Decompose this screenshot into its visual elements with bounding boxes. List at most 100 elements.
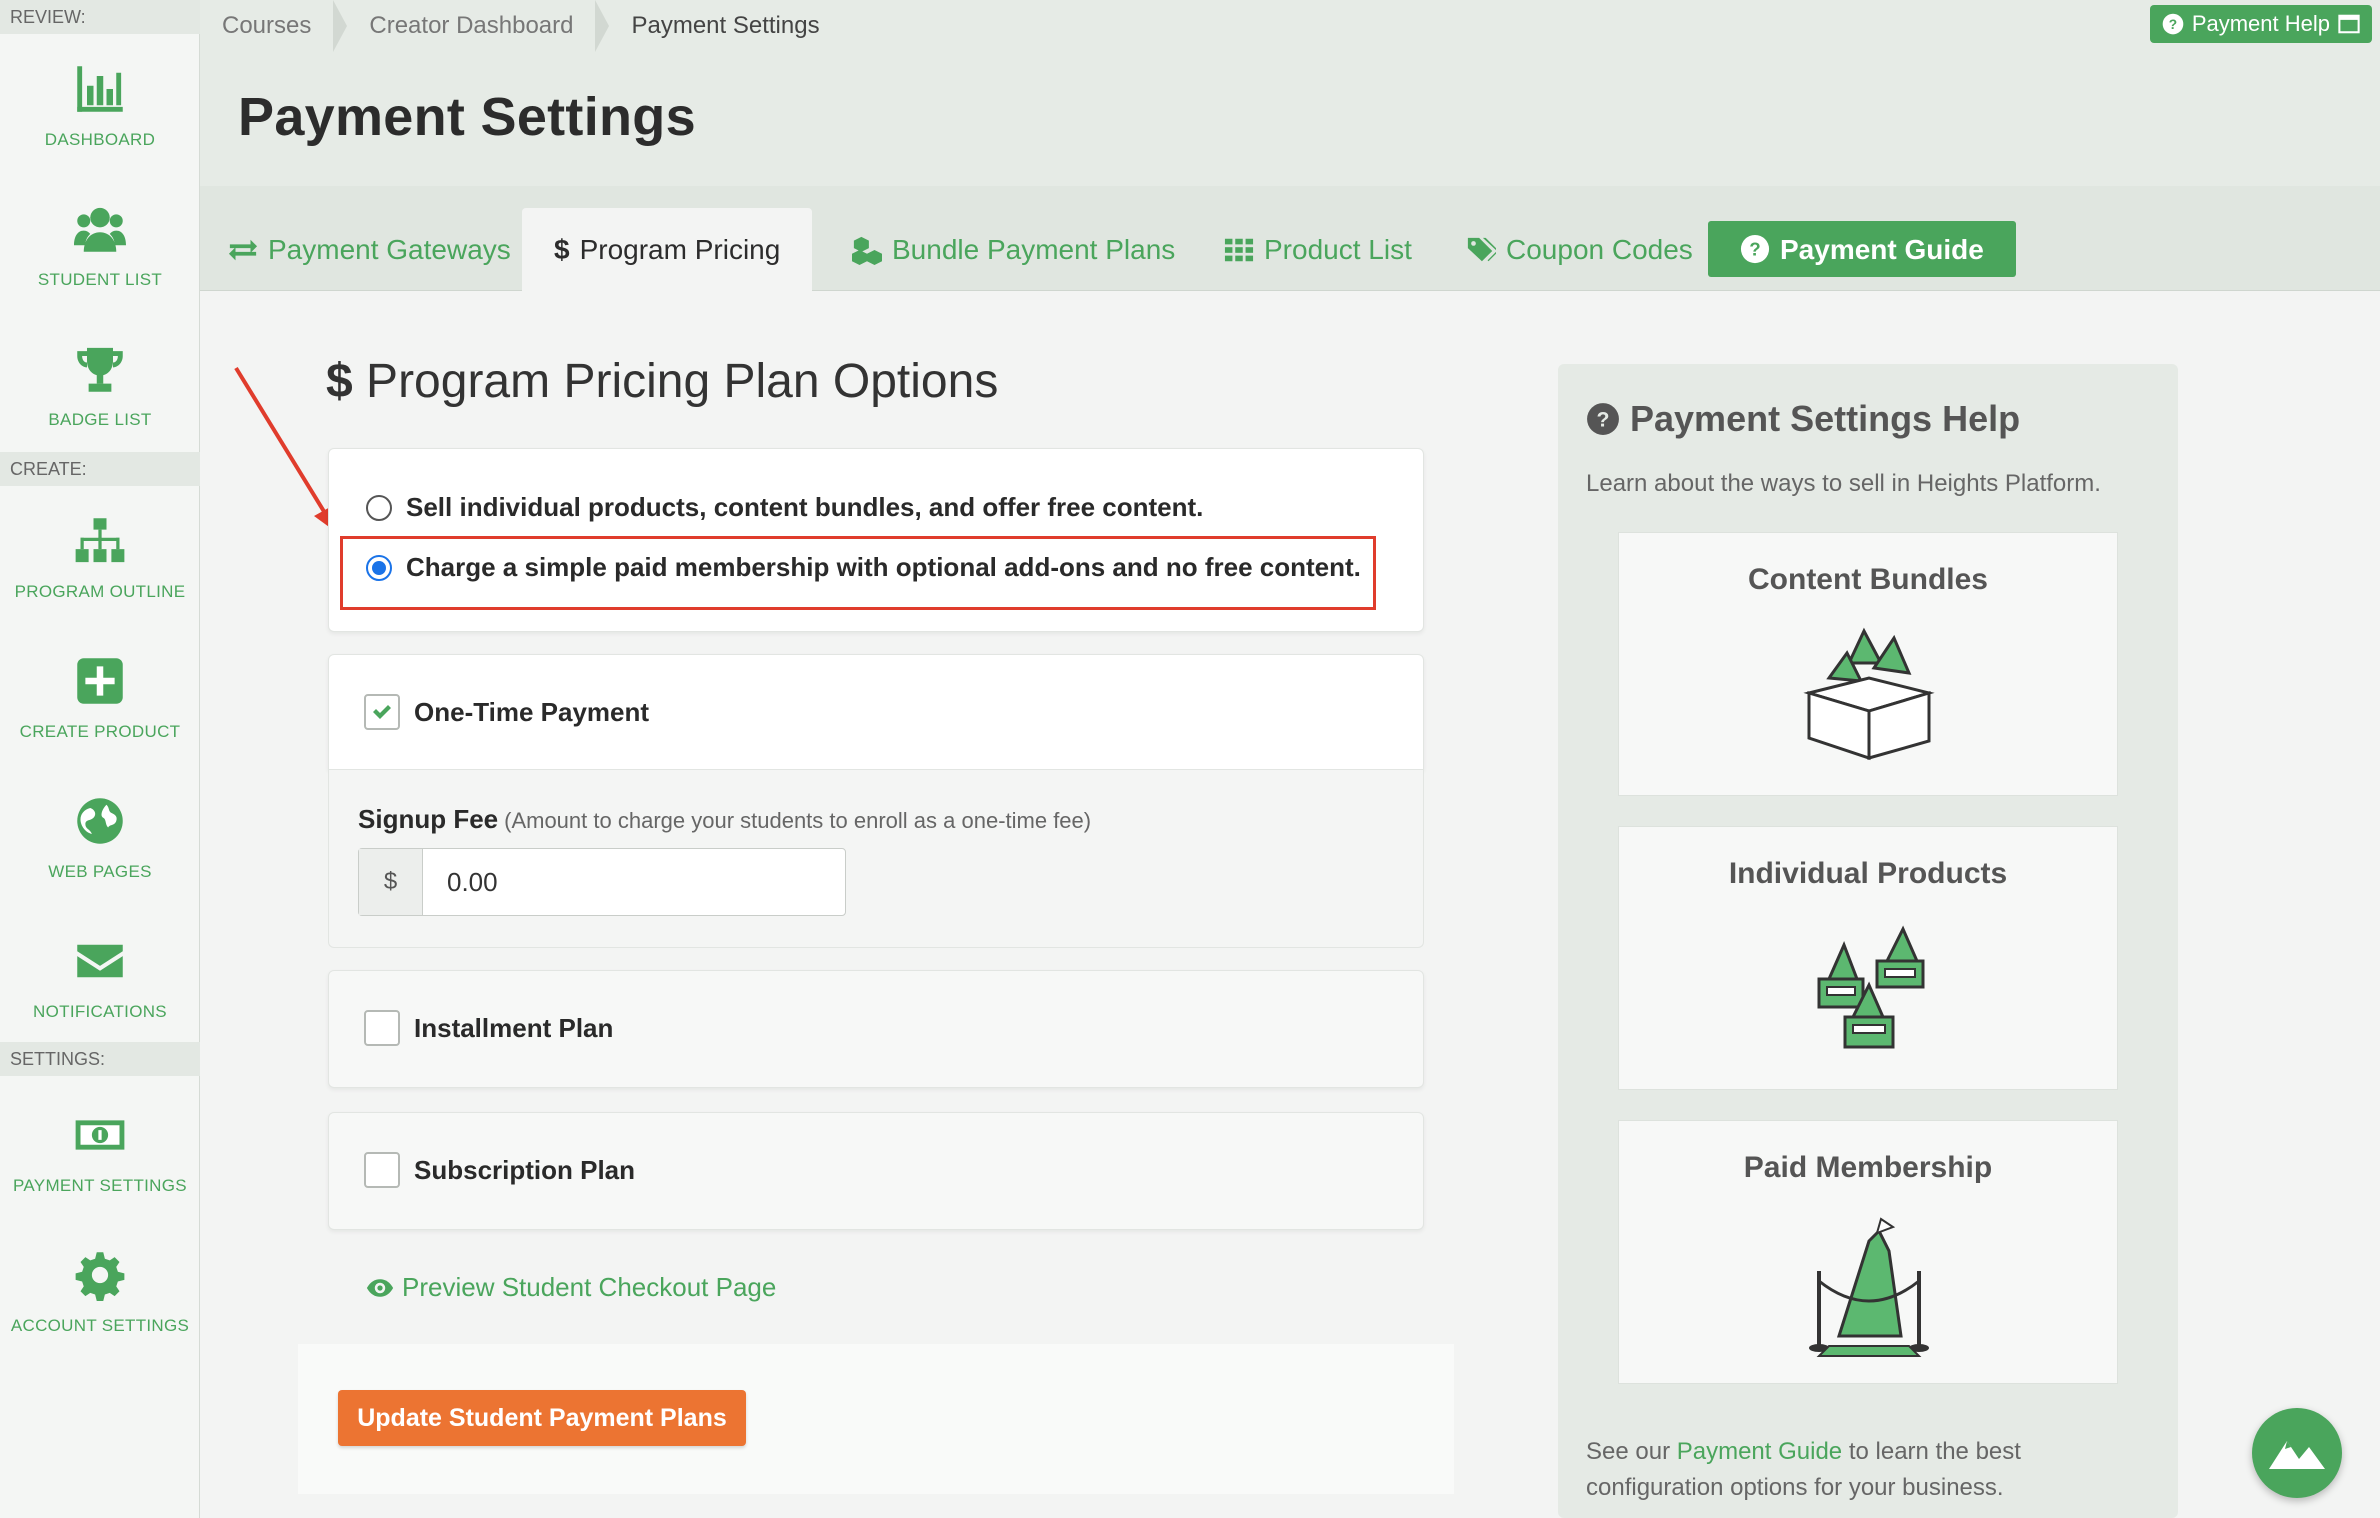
tab-label: Coupon Codes <box>1506 234 1693 265</box>
sidebar-item-label: CREATE PRODUCT <box>19 722 181 741</box>
signup-fee-input[interactable]: 0.00 <box>423 849 845 915</box>
plan-label: Subscription Plan <box>414 1154 636 1185</box>
sidebar-item-label: BADGE LIST <box>48 410 152 429</box>
sidebar-item-label: DASHBOARD <box>44 130 156 149</box>
sidebar-item-label: STUDENT LIST <box>37 270 163 289</box>
tab-bundle-payment-plans[interactable]: Bundle Payment Plans <box>852 208 1175 291</box>
update-payment-plans-button[interactable]: Update Student Payment Plans <box>338 1390 746 1446</box>
signup-fee-title: Signup Fee <box>358 804 499 834</box>
subscription-plan-row[interactable]: Subscription Plan <box>364 1152 635 1188</box>
help-subtitle: Learn about the ways to sell in Heights … <box>1586 470 2101 497</box>
sidebar-item-program-outline[interactable]: PROGRAM OUTLINE <box>0 508 200 608</box>
chat-launcher-button[interactable] <box>2252 1408 2342 1498</box>
dollar-icon: $ <box>554 234 570 265</box>
signup-fee-hint: (Amount to charge your students to enrol… <box>504 808 1092 833</box>
sidebar-item-label: ACCOUNT SETTINGS <box>10 1316 190 1335</box>
payment-help-button[interactable]: ? Payment Help <box>2149 5 2372 43</box>
cubes-icon <box>852 235 882 265</box>
breadcrumb: Courses Creator Dashboard Payment Settin… <box>200 0 2380 52</box>
eye-icon <box>366 1278 394 1297</box>
svg-text:?: ? <box>1597 407 1610 431</box>
money-icon <box>73 1108 127 1162</box>
sidebar-item-student-list[interactable]: STUDENT LIST <box>0 196 200 296</box>
one-time-payment-checkbox[interactable] <box>364 694 400 730</box>
payment-help-label: Payment Help <box>2191 11 2330 36</box>
breadcrumb-creator-dashboard[interactable]: Creator Dashboard <box>347 0 610 52</box>
plan-label: One-Time Payment <box>414 696 650 727</box>
installment-plan-checkbox[interactable] <box>364 1010 400 1046</box>
svg-text:?: ? <box>1749 239 1760 260</box>
sidebar-item-payment-settings[interactable]: PAYMENT SETTINGS <box>0 1102 200 1202</box>
tab-label: Payment Gateways <box>268 234 511 265</box>
sidebar-item-label: PROGRAM OUTLINE <box>14 582 186 601</box>
tab-label: Payment Guide <box>1780 233 1984 265</box>
trophy-icon <box>73 342 127 396</box>
preview-checkout-link[interactable]: Preview Student Checkout Page <box>366 1272 776 1303</box>
tab-label: Product List <box>1264 234 1412 265</box>
paid-membership-illustration <box>1809 1217 1929 1357</box>
sidebar-section-create: CREATE: <box>0 452 200 486</box>
annotation-highlight-box <box>340 536 1376 610</box>
envelope-icon <box>73 934 127 988</box>
tab-coupon-codes[interactable]: Coupon Codes <box>1466 208 1693 291</box>
page-title: Payment Settings <box>238 87 696 147</box>
gear-icon <box>73 1248 127 1302</box>
question-circle-icon: ? <box>1587 403 1619 435</box>
tab-label: Program Pricing <box>579 234 781 265</box>
users-icon <box>73 202 127 256</box>
sidebar-item-create-product[interactable]: CREATE PRODUCT <box>0 648 200 748</box>
bar-chart-icon <box>73 62 127 116</box>
question-circle-icon: ? <box>1740 234 1770 264</box>
tags-icon <box>1466 235 1496 265</box>
question-circle-icon: ? <box>2162 13 2184 35</box>
content-bundles-illustration <box>1803 627 1935 761</box>
sidebar-item-notifications[interactable]: NOTIFICATIONS <box>0 928 200 1028</box>
breadcrumb-courses[interactable]: Courses <box>200 0 348 52</box>
sidebar-item-account-settings[interactable]: ACCOUNT SETTINGS <box>0 1242 200 1342</box>
card-title: Paid Membership <box>1743 1151 1993 1184</box>
help-card-paid-membership[interactable]: Paid Membership <box>1618 1120 2118 1384</box>
sidebar-item-label: WEB PAGES <box>48 862 152 881</box>
tab-bar: Payment Gateways $ Program Pricing Bundl… <box>200 186 2380 291</box>
payment-guide-link[interactable]: Payment Guide <box>1677 1438 1842 1465</box>
individual-products-illustration <box>1817 925 1925 1049</box>
section-title: $ Program Pricing Plan Options <box>326 354 998 409</box>
plus-square-icon <box>73 654 127 708</box>
sidebar-item-badge-list[interactable]: BADGE LIST <box>0 336 200 436</box>
window-icon <box>2338 13 2360 35</box>
sidebar: REVIEW: DASHBOARD STUDENT LIST BADGE LIS… <box>0 0 200 1518</box>
card-title: Individual Products <box>1728 857 2008 890</box>
sidebar-item-web-pages[interactable]: WEB PAGES <box>0 788 200 888</box>
help-card-individual-products[interactable]: Individual Products <box>1618 826 2118 1090</box>
sidebar-item-dashboard[interactable]: DASHBOARD <box>0 56 200 156</box>
installment-plan-row[interactable]: Installment Plan <box>364 1010 613 1046</box>
card-title: Content Bundles <box>1748 563 1988 596</box>
exchange-icon <box>228 235 258 265</box>
breadcrumb-payment-settings: Payment Settings <box>631 12 820 39</box>
radio-individual-products[interactable] <box>366 494 392 521</box>
help-card-content-bundles[interactable]: Content Bundles <box>1618 532 2118 796</box>
subscription-plan-checkbox[interactable] <box>364 1152 400 1188</box>
section-title-text: Program Pricing Plan Options <box>366 355 999 408</box>
tab-payment-gateways[interactable]: Payment Gateways <box>228 208 511 291</box>
payment-guide-button[interactable]: ? Payment Guide <box>1708 221 2016 277</box>
sidebar-item-label: PAYMENT SETTINGS <box>13 1176 187 1195</box>
globe-icon <box>73 794 127 848</box>
check-icon <box>373 705 391 719</box>
option-label: Sell individual products, content bundle… <box>406 492 1204 522</box>
help-footer-text: See our Payment Guide to learn the best … <box>1586 1434 2106 1506</box>
mountains-icon <box>2269 1441 2325 1469</box>
signup-fee-field[interactable]: $ 0.00 <box>358 848 846 916</box>
tab-program-pricing[interactable]: $ Program Pricing <box>522 208 813 291</box>
tab-product-list[interactable]: Product List <box>1224 208 1412 291</box>
sitemap-icon <box>73 514 127 568</box>
sidebar-section-review: REVIEW: <box>0 0 200 34</box>
sidebar-section-settings: SETTINGS: <box>0 1042 200 1076</box>
signup-fee-label: Signup Fee (Amount to charge your student… <box>358 804 1091 835</box>
one-time-payment-row[interactable]: One-Time Payment <box>364 694 649 730</box>
currency-prefix: $ <box>359 849 423 915</box>
grid-icon <box>1224 235 1254 265</box>
option-individual-products[interactable]: Sell individual products, content bundle… <box>366 492 1203 523</box>
help-title-text: Payment Settings Help <box>1630 398 2021 439</box>
tab-label: Bundle Payment Plans <box>892 234 1176 265</box>
